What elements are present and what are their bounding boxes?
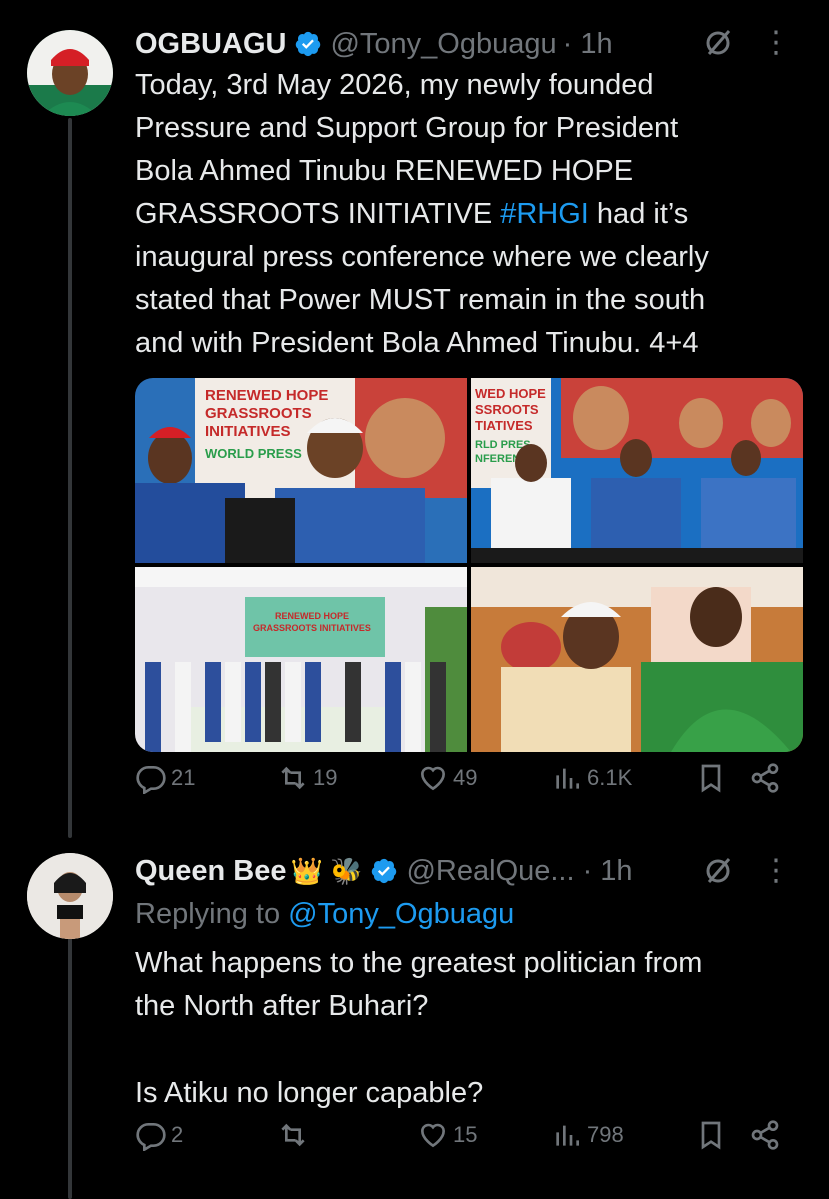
- media-image-2[interactable]: WED HOPE SSROOTS TIATIVES RLD PRES NFERE…: [471, 378, 803, 563]
- author-name[interactable]: OGBUAGU: [135, 27, 286, 61]
- more-icon[interactable]: ⋮: [761, 856, 791, 886]
- author-name[interactable]: Queen Bee: [135, 854, 287, 888]
- post-header: OGBUAGU @Tony_Ogbuagu · 1h: [135, 27, 613, 61]
- author-handle[interactable]: @RealQue...: [406, 854, 574, 888]
- repost-icon: [281, 766, 305, 790]
- post-media-grid: RENEWED HOPE GRASSROOTS INITIATIVES WORL…: [135, 378, 803, 752]
- repost-count: 19: [313, 765, 338, 790]
- grok-icon[interactable]: [703, 28, 733, 58]
- views-count: 6.1K: [587, 765, 633, 790]
- bookmark-button[interactable]: [695, 1119, 727, 1151]
- reply-text: What happens to the greatest politician …: [135, 947, 703, 1022]
- banner-text: SSROOTS: [475, 402, 539, 417]
- more-icon[interactable]: ⋮: [761, 28, 791, 58]
- author-handle[interactable]: @Tony_Ogbuagu: [330, 27, 556, 61]
- thread-line: [68, 118, 72, 838]
- views-count: 798: [587, 1122, 624, 1147]
- reply-time[interactable]: · 1h: [583, 854, 633, 888]
- reply-button[interactable]: 2: [135, 1119, 183, 1151]
- post-time[interactable]: · 1h: [563, 27, 613, 61]
- banner-text: INITIATIVES: [205, 423, 291, 440]
- reply-header: Queen Bee 👑 🐝 @RealQue... · 1h: [135, 854, 633, 888]
- share-icon: [751, 763, 779, 793]
- reply-icon: [136, 766, 166, 794]
- repost-button[interactable]: 19: [277, 762, 337, 794]
- banner-text: TIATIVES: [475, 418, 533, 433]
- repost-icon: [281, 1123, 305, 1147]
- like-count: 15: [453, 1122, 478, 1147]
- views-button[interactable]: 6.1K: [551, 762, 632, 794]
- reply-text-second: Is Atiku no longer capable?: [135, 1077, 484, 1109]
- share-button[interactable]: [749, 1119, 781, 1151]
- banner-text: WED HOPE: [475, 386, 546, 401]
- share-icon: [751, 1120, 779, 1150]
- banner-text: NFEREN: [475, 453, 520, 465]
- avatar[interactable]: [27, 853, 113, 939]
- banner-text: GRASSROOTS INITIATIVES: [253, 623, 371, 633]
- banner-text: WORLD PRESS: [205, 446, 302, 461]
- views-icon: [556, 768, 579, 789]
- reply-count: 2: [171, 1122, 184, 1147]
- hashtag-link[interactable]: #RHGI: [500, 198, 589, 230]
- media-image-4[interactable]: [471, 567, 803, 752]
- bookmark-icon: [701, 764, 721, 793]
- thread-line: [68, 938, 72, 1199]
- like-count: 49: [453, 765, 478, 790]
- like-button[interactable]: 49: [417, 762, 477, 794]
- like-icon: [420, 1123, 446, 1148]
- banner-text: RENEWED HOPE: [205, 387, 328, 404]
- reply-icon: [136, 1123, 166, 1151]
- like-button[interactable]: 15: [417, 1119, 477, 1151]
- views-button[interactable]: 798: [551, 1119, 624, 1151]
- crown-bee-emoji: 👑 🐝: [290, 856, 363, 886]
- verified-badge-icon: [372, 858, 397, 884]
- avatar[interactable]: [27, 30, 113, 116]
- replying-to-handle[interactable]: @Tony_Ogbuagu: [288, 898, 514, 930]
- media-image-3[interactable]: RENEWED HOPE GRASSROOTS INITIATIVES: [135, 567, 467, 752]
- reply-button[interactable]: 21: [135, 762, 195, 794]
- repost-button[interactable]: [277, 1119, 313, 1151]
- media-image-1[interactable]: RENEWED HOPE GRASSROOTS INITIATIVES WORL…: [135, 378, 467, 563]
- bookmark-icon: [701, 1121, 721, 1150]
- post-text: Today, 3rd May 2026, my newly founded Pr…: [135, 69, 709, 359]
- share-button[interactable]: [749, 762, 781, 794]
- verified-badge-icon: [296, 31, 321, 57]
- grok-icon[interactable]: [703, 856, 733, 886]
- reply-count: 21: [171, 765, 196, 790]
- banner-text: RENEWED HOPE: [275, 611, 349, 621]
- like-icon: [420, 766, 446, 791]
- banner-text: GRASSROOTS: [205, 405, 312, 422]
- replying-to: Replying to @Tony_Ogbuagu: [135, 898, 515, 930]
- views-icon: [556, 1125, 579, 1146]
- bookmark-button[interactable]: [695, 762, 727, 794]
